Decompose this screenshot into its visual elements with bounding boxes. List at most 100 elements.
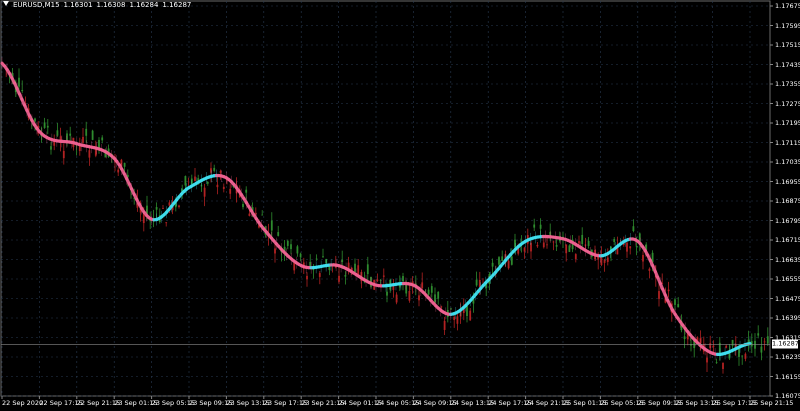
candle-body xyxy=(277,232,280,236)
candle-body xyxy=(715,362,718,364)
candle-body xyxy=(466,306,468,317)
candle-body xyxy=(328,266,331,271)
candle-body xyxy=(82,136,84,143)
candle-body xyxy=(635,246,638,248)
candle-body xyxy=(341,259,344,263)
candle-body xyxy=(155,207,158,210)
candle-body xyxy=(546,244,548,246)
candle-body xyxy=(270,220,273,231)
price-label: 1.16475 xyxy=(775,294,800,303)
candle-body xyxy=(648,268,651,271)
candle-body xyxy=(229,188,232,194)
candle-body xyxy=(402,276,404,282)
price-label: 1.17515 xyxy=(775,41,800,49)
candle-body xyxy=(578,241,580,244)
candle-body xyxy=(306,275,308,280)
candle-body xyxy=(555,244,558,247)
price-label: 1.16155 xyxy=(775,372,800,381)
candle-body xyxy=(629,246,632,249)
price-label: 1.16555 xyxy=(775,275,800,283)
candle-body xyxy=(542,242,545,248)
candle-body xyxy=(738,349,740,357)
candle-body xyxy=(91,130,94,140)
price-label: 1.17675 xyxy=(775,2,800,10)
candle-body xyxy=(184,176,187,186)
candle-body xyxy=(552,241,555,243)
candle-body xyxy=(539,224,542,229)
candle-body xyxy=(581,234,584,245)
chart-window[interactable]: EURUSD,M15 1.16301 1.16308 1.16284 1.16287 1… xyxy=(0,0,800,411)
candle-body xyxy=(478,279,481,287)
price-label: 1.17355 xyxy=(775,80,800,88)
price-chart[interactable] xyxy=(0,0,800,411)
price-label: 1.16395 xyxy=(775,314,800,322)
candle-body xyxy=(194,176,196,182)
candle-body xyxy=(366,264,369,275)
candle-body xyxy=(536,244,539,247)
candle-body xyxy=(574,254,577,260)
high-value: 1.16308 xyxy=(96,1,126,9)
candle-body xyxy=(501,256,504,261)
candle-body xyxy=(667,289,670,292)
candle-body xyxy=(318,273,321,277)
candle-body xyxy=(261,214,264,216)
candle-body xyxy=(706,357,708,363)
candle-body xyxy=(683,336,686,339)
candle-body xyxy=(408,291,411,301)
candle-body xyxy=(456,316,459,324)
time-label: 25 Sep 21:15 xyxy=(750,399,794,407)
candle-body xyxy=(338,275,340,282)
candle-body xyxy=(69,133,72,136)
candle-body xyxy=(190,178,193,185)
candle-body xyxy=(568,245,571,252)
candle-body xyxy=(213,167,216,171)
candle-body xyxy=(766,336,769,344)
candle-body xyxy=(354,263,356,272)
candle-body xyxy=(507,260,510,269)
candle-body xyxy=(475,279,478,286)
candle-body xyxy=(443,320,446,330)
price-label: 1.16955 xyxy=(775,177,800,186)
candle-body xyxy=(565,244,568,254)
candle-body xyxy=(248,213,251,216)
candle-body xyxy=(427,289,430,295)
chart-header: EURUSD,M15 1.16301 1.16308 1.16284 1.16287 xyxy=(3,1,195,9)
candle-body xyxy=(523,247,526,252)
open-value: 1.16301 xyxy=(63,1,93,9)
candle-body xyxy=(43,122,46,128)
price-label: 1.17035 xyxy=(775,158,800,166)
candle-body xyxy=(725,345,728,348)
price-label: 1.17435 xyxy=(775,60,800,69)
candle-body xyxy=(216,184,219,188)
candle-body xyxy=(322,256,324,258)
candle-body xyxy=(757,333,760,336)
time-label: 22 Sep 2020 xyxy=(2,399,44,407)
symbol-label: EURUSD,M15 xyxy=(13,1,60,9)
candle-body xyxy=(206,181,209,184)
candle-body xyxy=(347,262,350,269)
price-label: 1.16875 xyxy=(775,197,800,205)
price-label: 1.16635 xyxy=(775,255,800,264)
candle-body xyxy=(376,279,379,281)
candle-body xyxy=(162,208,164,209)
candle-body xyxy=(203,187,206,197)
candle-body xyxy=(430,286,433,293)
price-label: 1.16715 xyxy=(775,236,800,244)
candle-body xyxy=(46,125,49,128)
candle-body xyxy=(754,340,756,349)
candle-body xyxy=(357,265,360,275)
candle-body xyxy=(123,162,126,167)
candle-body xyxy=(34,118,36,122)
candle-body xyxy=(386,291,388,296)
price-label: 1.16235 xyxy=(775,353,800,361)
candle-body xyxy=(242,203,244,208)
candle-body xyxy=(245,189,248,193)
plot-frame xyxy=(0,0,771,397)
candle-body xyxy=(101,137,104,141)
candle-body xyxy=(178,205,180,207)
candle-body xyxy=(274,248,276,254)
candle-body xyxy=(85,128,88,136)
triangle-down-icon[interactable] xyxy=(3,1,9,6)
candle-body xyxy=(491,262,494,267)
candle-body xyxy=(165,222,168,224)
